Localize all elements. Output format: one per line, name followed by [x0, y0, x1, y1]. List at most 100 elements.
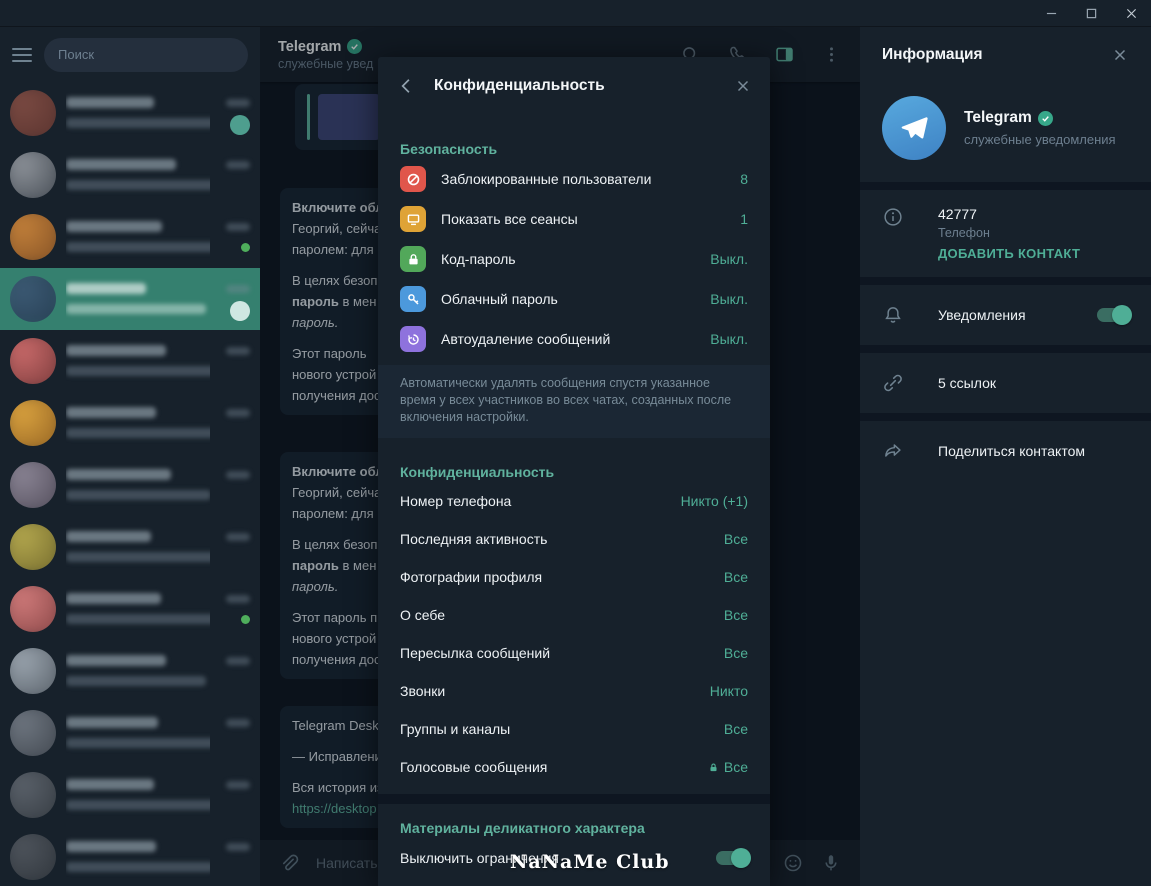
search-placeholder: Поиск — [58, 47, 95, 62]
privacy-row[interactable]: Звонки Никто — [378, 672, 770, 710]
chat-list-sidebar: Поиск — [0, 27, 260, 886]
chat-avatar — [10, 338, 56, 384]
notifications-row[interactable]: Уведомления — [860, 285, 1151, 345]
chat-message-redacted — [66, 304, 206, 314]
chat-list-item[interactable] — [0, 268, 260, 330]
security-row-value: Выкл. — [710, 331, 748, 347]
chat-time-redacted — [226, 471, 250, 479]
security-row[interactable]: Заблокированные пользователи 8 — [378, 159, 770, 199]
unread-badge — [230, 301, 250, 321]
chat-list-item[interactable] — [0, 640, 260, 702]
share-contact-row[interactable]: Поделиться контактом — [860, 421, 1151, 481]
chat-time-redacted — [226, 843, 250, 851]
chat-preview — [66, 710, 210, 756]
chat-list-item[interactable] — [0, 206, 260, 268]
chat-time-redacted — [226, 657, 250, 665]
chat-preview — [66, 524, 210, 570]
chat-message-redacted — [66, 366, 210, 376]
chat-avatar — [10, 772, 56, 818]
chat-meta — [220, 90, 250, 136]
chat-list-item[interactable] — [0, 82, 260, 144]
privacy-row[interactable]: Голосовые сообщения Все — [378, 748, 770, 786]
auto-delete-timer-icon — [400, 326, 426, 352]
chat-list-item[interactable] — [0, 330, 260, 392]
info-panel: Информация Telegram служебные уведомлени… — [860, 27, 1151, 886]
phone-row[interactable]: 42777 Телефон — [860, 190, 1151, 244]
security-row-label: Автоудаление сообщений — [441, 331, 611, 347]
notifications-toggle[interactable] — [1097, 305, 1132, 325]
search-input[interactable]: Поиск — [44, 37, 248, 72]
modal-close-icon[interactable] — [734, 77, 752, 95]
watermark-text: NaNaMe Club — [510, 851, 670, 873]
privacy-section-heading: Конфиденциальность — [400, 464, 555, 480]
blocked-users-icon — [400, 166, 426, 192]
chat-preview — [66, 462, 210, 508]
privacy-row-value: Все — [708, 759, 748, 775]
privacy-row[interactable]: Последняя активность Все — [378, 520, 770, 558]
online-dot — [241, 615, 250, 624]
chat-name-redacted — [66, 841, 156, 852]
chat-list-item[interactable] — [0, 392, 260, 454]
chat-preview — [66, 214, 210, 260]
security-row-label: Заблокированные пользователи — [441, 171, 652, 187]
chat-meta — [220, 400, 250, 446]
security-row-value: 8 — [740, 171, 748, 187]
security-row-value: 1 — [740, 211, 748, 227]
security-row[interactable]: Показать все сеансы 1 — [378, 199, 770, 239]
chat-message-redacted — [66, 614, 210, 624]
sidebar-top: Поиск — [0, 27, 260, 82]
info-close-icon[interactable] — [1111, 46, 1129, 64]
privacy-row-value: Все — [723, 607, 748, 623]
security-row[interactable]: Автоудаление сообщений Выкл. — [378, 319, 770, 359]
cloud-password-key-icon — [400, 286, 426, 312]
chat-avatar — [10, 400, 56, 446]
privacy-row-label: Пересылка сообщений — [400, 645, 551, 661]
chat-list-item[interactable] — [0, 578, 260, 640]
telegram-avatar[interactable] — [882, 96, 946, 160]
panel-divider — [860, 277, 1151, 285]
close-button[interactable] — [1111, 0, 1151, 27]
phone-label: Телефон — [938, 226, 990, 240]
privacy-row-value: Все — [723, 569, 748, 585]
sensitive-section-heading: Материалы деликатного характера — [400, 820, 645, 836]
chat-meta — [220, 338, 250, 384]
privacy-row[interactable]: Группы и каналы Все — [378, 710, 770, 748]
chat-list-item[interactable] — [0, 764, 260, 826]
premium-lock-icon — [708, 762, 719, 773]
privacy-row[interactable]: Номер телефона Никто (+1) — [378, 482, 770, 520]
minimize-button[interactable] — [1031, 0, 1071, 27]
menu-icon[interactable] — [12, 47, 32, 62]
chat-message-redacted — [66, 862, 210, 872]
online-dot — [241, 243, 250, 252]
chat-list-item[interactable] — [0, 144, 260, 206]
privacy-row-value: Все — [723, 531, 748, 547]
add-contact-button[interactable]: ДОБАВИТЬ КОНТАКТ — [938, 246, 1129, 261]
privacy-row[interactable]: Пересылка сообщений Все — [378, 634, 770, 672]
profile-name: Telegram — [964, 109, 1032, 126]
modal-header: Конфиденциальность — [378, 57, 770, 115]
chat-time-redacted — [226, 161, 250, 169]
titlebar — [0, 0, 1151, 27]
chat-list-item[interactable] — [0, 454, 260, 516]
chat-list-item[interactable] — [0, 826, 260, 886]
shared-links-row[interactable]: 5 ссылок — [860, 353, 1151, 413]
chat-name-redacted — [66, 97, 154, 108]
chat-meta — [220, 710, 250, 756]
security-row[interactable]: Облачный пароль Выкл. — [378, 279, 770, 319]
maximize-button[interactable] — [1071, 0, 1111, 27]
chat-time-redacted — [226, 285, 250, 293]
chat-list-item[interactable] — [0, 702, 260, 764]
privacy-row[interactable]: О себе Все — [378, 596, 770, 634]
privacy-row[interactable]: Фотографии профиля Все — [378, 558, 770, 596]
chat-preview — [66, 90, 210, 136]
chat-list-item[interactable] — [0, 516, 260, 578]
security-row[interactable]: Код-пароль Выкл. — [378, 239, 770, 279]
privacy-row-label: Номер телефона — [400, 493, 512, 509]
disable-restrictions-toggle[interactable] — [716, 848, 751, 868]
chat-time-redacted — [226, 533, 250, 541]
chat-time-redacted — [226, 347, 250, 355]
security-row-label: Код-пароль — [441, 251, 516, 267]
chat-meta — [220, 648, 250, 694]
back-icon[interactable] — [396, 76, 416, 96]
security-row-value: Выкл. — [710, 291, 748, 307]
